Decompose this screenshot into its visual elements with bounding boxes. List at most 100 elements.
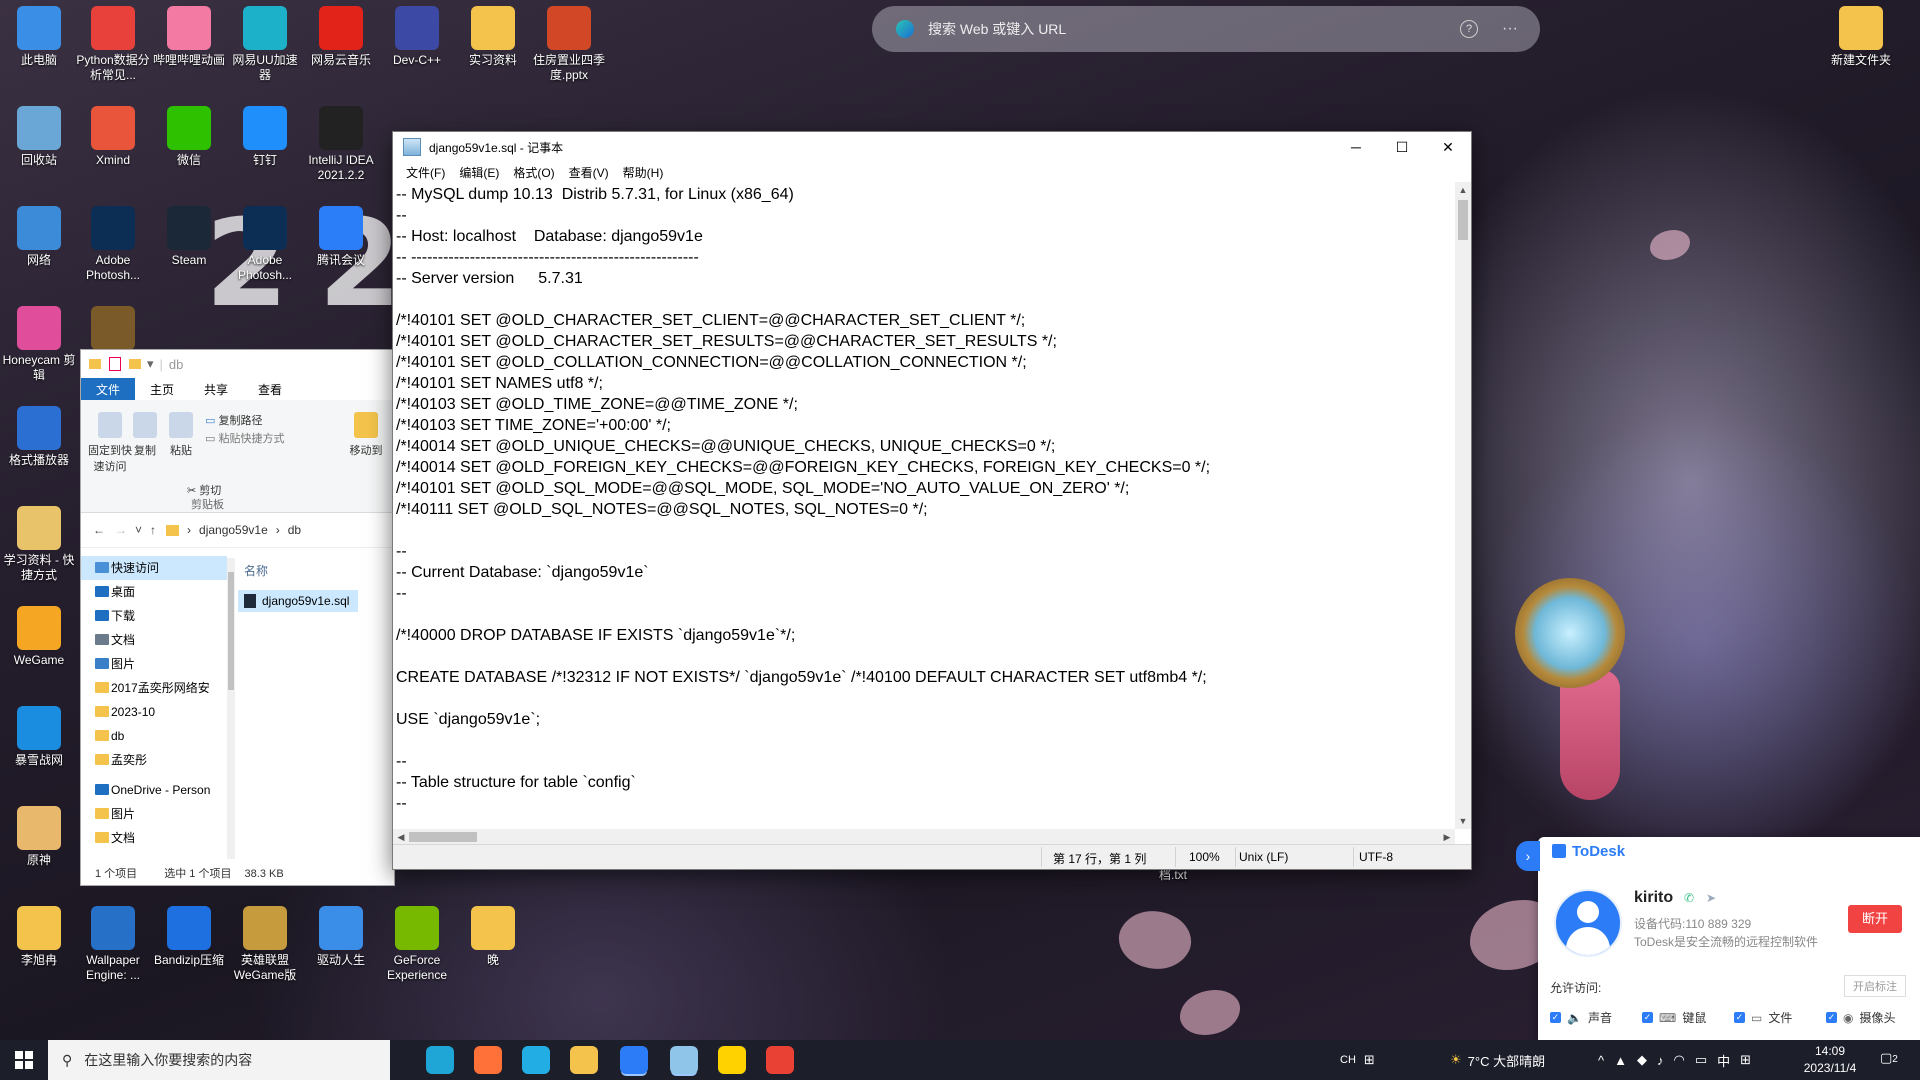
desktop-icon[interactable]: Bandizip压缩 [152, 906, 226, 968]
nav-item[interactable]: 图片 [81, 652, 227, 676]
desktop-icon[interactable]: WeGame [2, 606, 76, 668]
taskbar-app-edge-icon[interactable] [426, 1046, 454, 1074]
nav-scrollbar[interactable] [227, 558, 235, 859]
notification-center-button[interactable]: ▢2 [1880, 1050, 1898, 1066]
allow-sound-checkbox[interactable]: ✓ 🔈 声音 [1550, 1009, 1612, 1026]
menu-format[interactable]: 格式(O) [506, 164, 561, 181]
desktop-icon[interactable]: 格式播放器 [2, 406, 76, 468]
keyboard-icon[interactable]: ⊞ [1364, 1052, 1375, 1068]
recent-dropdown-icon[interactable]: ˅ [135, 523, 142, 537]
desktop-icon[interactable]: 回收站 [2, 106, 76, 168]
wifi-icon[interactable]: ◠ [1673, 1052, 1684, 1068]
back-arrow-icon[interactable]: ← [93, 523, 105, 537]
notepad-content[interactable]: -- MySQL dump 10.13 Distrib 5.7.31, for … [393, 182, 1455, 814]
nav-item[interactable]: 快速访问 [81, 556, 227, 580]
ime-mode[interactable]: 中 [1717, 1051, 1730, 1070]
taskbar-app-notepad-icon[interactable] [670, 1046, 698, 1074]
paste-shortcut-button[interactable]: ▭ 粘贴快捷方式 [205, 430, 284, 446]
desktop-icon[interactable]: Adobe Photosh... [76, 206, 150, 283]
nav-item[interactable]: 图片 [81, 802, 227, 826]
taskbar-search-box[interactable]: ⚲ 在这里输入你要搜索的内容 [48, 1040, 390, 1080]
disconnect-button[interactable]: 断开 [1848, 905, 1902, 933]
ime-layout-icon[interactable]: ⊞ [1740, 1052, 1751, 1068]
desktop-icon[interactable]: Honeycam 剪辑 [2, 306, 76, 383]
dropdown-icon[interactable]: ▾ [147, 356, 154, 372]
desktop-icon[interactable]: 住房置业四季度.pptx [532, 6, 606, 83]
forward-arrow-icon[interactable]: → [115, 523, 127, 537]
taskbar-app-file-explorer-icon[interactable] [570, 1046, 598, 1074]
breadcrumb-item[interactable]: db [288, 523, 301, 537]
file-item[interactable]: django59v1e.sql [238, 590, 358, 612]
minimize-button[interactable]: ─ [1333, 132, 1379, 162]
paste-button[interactable]: 粘贴 [161, 412, 201, 458]
desktop-icon[interactable]: IntelliJ IDEA 2021.2.2 [304, 106, 378, 183]
tray-app-icon[interactable]: ▲ [1614, 1053, 1627, 1068]
enable-annotation-button[interactable]: 开启标注 [1844, 975, 1906, 997]
nav-item[interactable]: 文档 [81, 826, 227, 850]
tab-file[interactable]: 文件 [81, 378, 136, 400]
scroll-left-icon[interactable]: ◀ [393, 829, 409, 845]
tab-home[interactable]: 主页 [135, 378, 189, 400]
clock[interactable]: 14:09 2023/11/4 [1790, 1043, 1870, 1077]
battery-icon[interactable]: ▭ [1695, 1052, 1707, 1068]
menu-view[interactable]: 查看(V) [562, 164, 616, 181]
desktop-icon[interactable]: 哔哩哔哩动画 [152, 6, 226, 68]
volume-icon[interactable]: ♪ [1657, 1053, 1664, 1068]
maximize-button[interactable]: ☐ [1379, 132, 1425, 162]
nav-scrollbar-thumb[interactable] [228, 572, 234, 690]
nav-item[interactable]: OneDrive - Person [81, 778, 227, 802]
vertical-scroll-thumb[interactable] [1458, 200, 1468, 240]
desktop-icon[interactable]: 网络 [2, 206, 76, 268]
nav-item[interactable]: 下载 [81, 604, 227, 628]
menu-edit[interactable]: 编辑(E) [452, 164, 506, 181]
desktop-icon[interactable]: Python数据分析常见... [76, 6, 150, 83]
desktop-icon[interactable]: Adobe Photosh... [228, 206, 302, 283]
weather-widget[interactable]: ☀ 7°C 大部晴朗 [1450, 1040, 1545, 1080]
notepad-text-area[interactable]: -- MySQL dump 10.13 Distrib 5.7.31, for … [393, 182, 1455, 829]
desktop-icon[interactable]: 网易云音乐 [304, 6, 378, 68]
copy-button[interactable]: 复制 [125, 412, 165, 458]
desktop-icon[interactable]: 网易UU加速器 [228, 6, 302, 83]
allow-file-checkbox[interactable]: ✓ ▭ 文件 [1734, 1009, 1792, 1026]
desktop-icon[interactable]: 新建文件夹 [1824, 6, 1898, 68]
desktop-icon[interactable]: 晚 [456, 906, 530, 968]
edge-search-placeholder[interactable]: 搜索 Web 或键入 URL [928, 19, 1460, 39]
help-icon[interactable]: ? [1460, 20, 1479, 38]
nav-item[interactable]: 2023-10 [81, 700, 227, 724]
nav-item[interactable]: 桌面 [81, 580, 227, 604]
taskbar-app-bilibili-icon[interactable] [522, 1046, 550, 1074]
desktop-icon[interactable]: 学习资料 - 快捷方式 [2, 506, 76, 583]
up-arrow-icon[interactable]: ↑ [150, 523, 156, 537]
desktop-icon[interactable]: 暴雪战网 [2, 706, 76, 768]
tray-app-icon[interactable]: ◆ [1637, 1052, 1647, 1068]
taskbar-app-firefox-icon[interactable] [474, 1046, 502, 1074]
scroll-right-icon[interactable]: ▶ [1439, 829, 1455, 845]
collapse-button[interactable]: › [1516, 841, 1540, 871]
nav-item[interactable]: 孟奕彤 [81, 748, 227, 772]
desktop-icon[interactable]: 英雄联盟WeGame版 [228, 906, 302, 983]
explorer-address-bar[interactable]: ← → ˅ ↑ › django59v1e › db [81, 513, 394, 548]
tab-view[interactable]: 查看 [243, 378, 297, 400]
horizontal-scroll-thumb[interactable] [409, 832, 477, 842]
taskbar-app-qq-icon[interactable] [718, 1046, 746, 1074]
vertical-scrollbar[interactable]: ▲ ▼ [1455, 182, 1471, 829]
taskbar-app-chrome-icon[interactable] [766, 1046, 794, 1074]
desktop-icon[interactable]: 此电脑 [2, 6, 76, 68]
desktop-icon[interactable]: 钉钉 [228, 106, 302, 168]
desktop-icon[interactable]: Dev-C++ [380, 6, 454, 68]
desktop-icon[interactable]: 微信 [152, 106, 226, 168]
nav-item[interactable]: 文档 [81, 628, 227, 652]
move-to-button[interactable]: 移动到 [343, 412, 389, 458]
menu-file[interactable]: 文件(F) [399, 164, 452, 181]
edge-search-bar[interactable]: 搜索 Web 或键入 URL ? ··· [872, 6, 1540, 52]
desktop-icon[interactable]: Steam [152, 206, 226, 268]
desktop-icon[interactable]: 实习资料 [456, 6, 530, 68]
nav-item[interactable]: 2017孟奕彤网络安 [81, 676, 227, 700]
checklist-icon[interactable] [109, 357, 121, 371]
more-icon[interactable]: ··· [1502, 20, 1518, 38]
horizontal-scrollbar[interactable]: ◀ ▶ [393, 829, 1455, 845]
start-button[interactable] [0, 1040, 48, 1080]
close-button[interactable]: ✕ [1425, 132, 1471, 162]
desktop-icon[interactable]: Xmind [76, 106, 150, 168]
notepad-titlebar[interactable]: django59v1e.sql - 记事本 ─ ☐ ✕ [393, 132, 1471, 162]
